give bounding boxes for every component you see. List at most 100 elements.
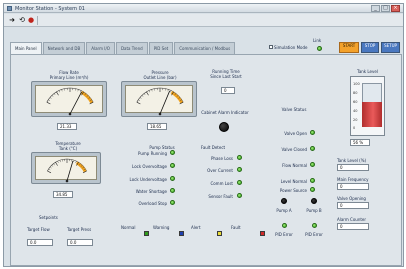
tab-pid-set[interactable]: PID Set — [148, 42, 174, 54]
setup-button[interactable]: SETUP — [381, 42, 400, 53]
legend-alert-label: Alert — [191, 225, 201, 230]
led2-comm-lost — [237, 180, 242, 185]
gauge-hub — [68, 112, 72, 116]
gauge-tick — [47, 170, 52, 174]
pump-a-pid-led — [282, 223, 287, 228]
gauge-tick — [146, 91, 149, 96]
gauge-tick — [53, 163, 55, 166]
gauge-tick — [73, 160, 75, 163]
led1-label-3: Water Shortage — [135, 189, 167, 194]
gauge-tick — [48, 168, 51, 171]
gauge-tick — [51, 95, 54, 97]
cabinet-alarm-indicator — [219, 122, 229, 132]
link-led-label: Link — [313, 38, 322, 43]
legend-fault-swatch — [260, 231, 265, 236]
temp-meter-dial — [47, 158, 87, 183]
fault-detect-header: Fault Detect — [200, 145, 226, 150]
tank-fill — [362, 102, 382, 127]
abort-icon[interactable]: ● — [27, 17, 35, 24]
pump-b-pid-label: PID Error — [305, 232, 323, 237]
gauge-tick — [151, 89, 153, 92]
start-button[interactable]: START — [339, 42, 359, 53]
gauge-tick — [143, 93, 146, 96]
maximize-button[interactable]: □ — [381, 5, 390, 12]
led3-label-0: Valve Open — [284, 131, 307, 136]
tank-level-field[interactable]: 0 — [337, 164, 369, 171]
tab-strip: Main Panel Network and DB Alarm I/O Data… — [10, 42, 236, 55]
flow-readout[interactable]: 21.33 — [57, 123, 77, 130]
stop-button[interactable]: STOP — [361, 42, 379, 53]
legend-alert-swatch — [217, 231, 222, 236]
led3-valve-closed — [310, 146, 315, 151]
gauge-tick — [58, 90, 60, 93]
pressure-meter-gauge — [121, 81, 197, 117]
tank-scale-40: 40 — [353, 109, 358, 113]
led3-label-4: Power Source — [279, 188, 307, 193]
tank-label: Tank Level — [357, 69, 378, 74]
temp-meter-gauge — [31, 152, 101, 184]
tab-communication[interactable]: Communication / Modbus — [174, 42, 236, 54]
target-press-label: Target Press — [67, 227, 92, 232]
simulation-checkbox[interactable] — [269, 45, 273, 49]
gauge-warning-zone — [75, 161, 87, 173]
gauge-tick — [56, 91, 59, 96]
gauge-tick — [57, 161, 59, 163]
close-button[interactable]: × — [391, 5, 400, 12]
led2-label-1: Over Current — [207, 168, 233, 173]
gauge-tick — [51, 165, 54, 167]
title-bar: Monitor Station ‐ System 01 _ □ × — [4, 4, 403, 13]
setpoints-title: Setpoints — [39, 215, 58, 220]
target-flow-field[interactable]: 0.0 — [27, 239, 53, 246]
led1-label-4: Overload Stop — [138, 201, 167, 206]
valve-opening-label: Valve Opening — [337, 196, 366, 201]
gauge-needle — [69, 91, 82, 115]
tab-data-trend[interactable]: Data Trend — [115, 42, 148, 54]
tank-scale-100: 100 — [353, 82, 360, 86]
valve-opening-field[interactable]: 0 — [337, 202, 369, 209]
tab-alarm-io[interactable]: Alarm I/O — [86, 42, 115, 54]
gauge-tick — [77, 89, 79, 92]
gauge-tick — [148, 90, 150, 93]
led1-pump-running — [170, 150, 175, 155]
target-flow-label: Target Flow — [27, 227, 50, 232]
alarm-counter-field[interactable]: 0 — [337, 223, 369, 230]
gauge-tick — [170, 90, 172, 93]
led2-label-0: Phase Loss — [211, 156, 233, 161]
simulation-label: Simulation Mode — [274, 45, 308, 50]
run-continuous-icon[interactable]: ⟲ — [18, 17, 26, 24]
target-press-field[interactable]: 0.0 — [67, 239, 93, 246]
led1-overload-stop — [170, 200, 175, 205]
led2-sensor-fault — [237, 193, 242, 198]
link-led — [317, 46, 322, 51]
tab-network-db[interactable]: Network and DB — [42, 42, 86, 54]
led1-water-shortage — [170, 188, 175, 193]
main-frequency-label: Main Frequency — [337, 177, 369, 182]
minimize-button[interactable]: _ — [371, 5, 380, 12]
tank-level-indicator: 100 80 60 40 20 0 — [350, 76, 385, 136]
led1-label-2: Lock Undervoltage — [129, 177, 167, 182]
led3-level-normal — [310, 178, 315, 183]
temp-readout[interactable]: 34.85 — [53, 191, 73, 198]
gauge-tick — [80, 90, 82, 93]
tank-scale-80: 80 — [353, 91, 358, 95]
pump-b-label: Pump B — [306, 208, 322, 213]
tank-readout[interactable]: 56 % — [350, 139, 370, 146]
gauge-tick — [49, 97, 52, 99]
pump-a-indicator — [281, 198, 287, 204]
gauge-tick — [49, 166, 52, 169]
main-frequency-field[interactable]: 0 — [337, 183, 369, 190]
led1-lock-undervoltage — [170, 176, 175, 181]
gauge-tick — [59, 160, 61, 163]
toolbar: ➜ ⟲ ● — [4, 14, 403, 27]
gauge-tick — [75, 161, 77, 163]
pressure-readout[interactable]: 18.65 — [147, 123, 167, 130]
meter-pressure-subtitle: Outlet Line (bar) — [143, 75, 177, 80]
gauge-tick — [139, 97, 142, 99]
legend-warning-swatch — [179, 231, 184, 236]
tank-scale-20: 20 — [353, 118, 358, 122]
tank-scale-0: 0 — [353, 126, 356, 130]
run-arrow-icon[interactable]: ➜ — [8, 17, 16, 24]
legend-fault-label: Fault — [231, 225, 241, 230]
led2-label-3: Sensor Fault — [208, 194, 233, 199]
running-time-box[interactable]: 0 — [221, 87, 235, 94]
